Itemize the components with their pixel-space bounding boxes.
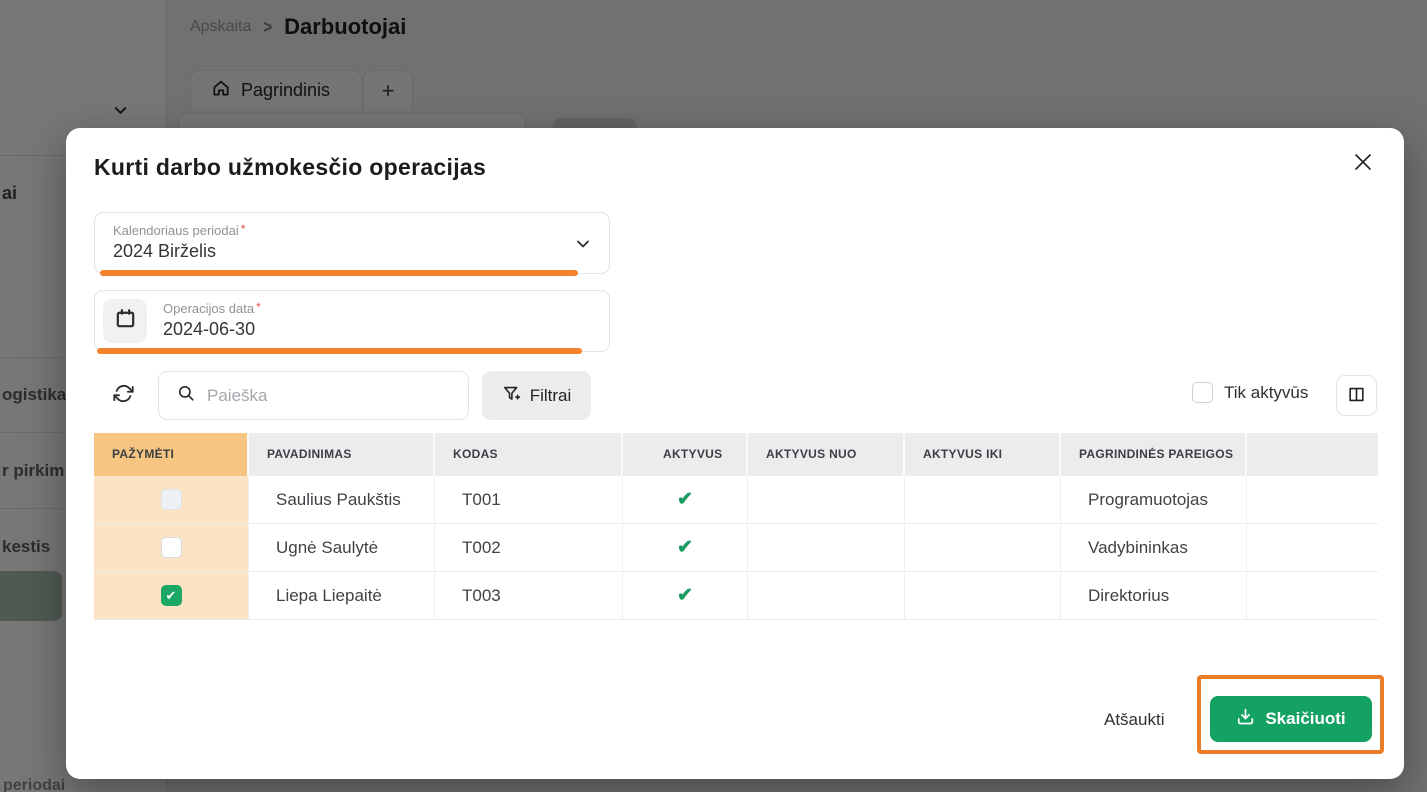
cancel-button[interactable]: Atšaukti: [1096, 704, 1172, 736]
calendar-icon-button[interactable]: [103, 299, 147, 343]
period-label: Kalendoriaus periodai*: [113, 222, 245, 238]
period-select[interactable]: Kalendoriaus periodai* 2024 Birželis: [94, 212, 610, 274]
cell-empty: [1247, 572, 1378, 619]
period-value: 2024 Birželis: [113, 241, 216, 262]
cell-position: Vadybininkas: [1061, 524, 1247, 571]
cell-code: T003: [435, 572, 623, 619]
cell-name: Saulius Paukštis: [249, 476, 435, 523]
field-accent-bar: [100, 270, 578, 276]
cell-code: T002: [435, 524, 623, 571]
search-box: [158, 371, 469, 420]
calculate-label: Skaičiuoti: [1265, 709, 1345, 729]
row-checkbox[interactable]: [161, 489, 182, 510]
cell-position: Programuotojas: [1061, 476, 1247, 523]
row-select-cell: ✔: [94, 572, 249, 619]
cell-active-to: [905, 476, 1061, 523]
row-checkbox[interactable]: ✔: [161, 585, 182, 606]
chevron-down-icon: [573, 234, 593, 259]
table-row[interactable]: ✔ Liepa Liepaitė T003 ✔ Direktorius: [94, 572, 1378, 620]
date-label: Operacijos data*: [163, 300, 261, 316]
check-icon: ✔: [677, 584, 693, 607]
table-row[interactable]: Saulius Paukštis T001 ✔ Programuotojas: [94, 476, 1378, 524]
header-pavadinimas: PAVADINIMAS: [249, 433, 435, 476]
header-empty: [1247, 433, 1378, 476]
check-icon: ✔: [677, 536, 693, 559]
field-accent-bar: [97, 348, 582, 354]
active-only-label: Tik aktyvūs: [1224, 383, 1308, 403]
employee-table-body: Saulius Paukštis T001 ✔ Programuotojas U…: [94, 476, 1378, 620]
download-icon: [1236, 707, 1255, 731]
row-select-cell: [94, 524, 249, 571]
close-icon: [1352, 151, 1374, 176]
active-only-toggle[interactable]: Tik aktyvūs: [1192, 382, 1308, 403]
filter-label: Filtrai: [530, 386, 572, 406]
required-asterisk: *: [241, 222, 246, 236]
dialog-title: Kurti darbo užmokesčio operacijas: [94, 154, 486, 181]
cell-empty: [1247, 524, 1378, 571]
columns-icon: [1347, 385, 1366, 407]
cell-position: Direktorius: [1061, 572, 1247, 619]
header-aktyvus-nuo: AKTYVUS NUO: [748, 433, 905, 476]
active-only-checkbox[interactable]: [1192, 382, 1213, 403]
header-pazymeti: PAŽYMĖTI: [94, 433, 249, 476]
cell-active-from: [748, 572, 905, 619]
cell-active-from: [748, 476, 905, 523]
calculate-button[interactable]: Skaičiuoti: [1210, 696, 1372, 742]
required-asterisk: *: [256, 300, 261, 314]
cell-active-to: [905, 572, 1061, 619]
column-settings-button[interactable]: [1336, 375, 1377, 416]
header-aktyvus: AKTYVUS: [623, 433, 748, 476]
cell-active-to: [905, 524, 1061, 571]
cell-active-from: [748, 524, 905, 571]
row-checkbox[interactable]: [161, 537, 182, 558]
filter-icon: [502, 384, 521, 408]
table-header-row: PAŽYMĖTI PAVADINIMAS KODAS AKTYVUS AKTYV…: [94, 433, 1378, 476]
table-row[interactable]: Ugnė Saulytė T002 ✔ Vadybininkas: [94, 524, 1378, 572]
check-icon: ✔: [677, 488, 693, 511]
cell-empty: [1247, 476, 1378, 523]
search-icon: [177, 384, 195, 407]
header-pagrindines-pareigos: PAGRINDINĖS PAREIGOS: [1061, 433, 1247, 476]
employee-table: PAŽYMĖTI PAVADINIMAS KODAS AKTYVUS AKTYV…: [94, 433, 1378, 620]
header-kodas: KODAS: [435, 433, 623, 476]
cell-code: T001: [435, 476, 623, 523]
cell-active: ✔: [623, 572, 748, 619]
cell-active: ✔: [623, 476, 748, 523]
cell-name: Ugnė Saulytė: [249, 524, 435, 571]
filter-button[interactable]: Filtrai: [482, 371, 591, 420]
date-field[interactable]: Operacijos data* 2024-06-30: [94, 290, 610, 352]
refresh-button[interactable]: [111, 383, 135, 407]
calendar-icon: [114, 307, 137, 335]
cell-active: ✔: [623, 524, 748, 571]
create-payroll-dialog: Kurti darbo užmokesčio operacijas Kalend…: [66, 128, 1404, 779]
close-button[interactable]: [1348, 148, 1378, 178]
cell-name: Liepa Liepaitė: [249, 572, 435, 619]
date-value: 2024-06-30: [163, 319, 255, 340]
screen: ai ogistika r pirkim kestis periodai Aps…: [0, 0, 1427, 792]
refresh-icon: [113, 392, 134, 407]
header-aktyvus-iki: AKTYVUS IKI: [905, 433, 1061, 476]
row-select-cell: [94, 476, 249, 523]
search-input[interactable]: [207, 386, 468, 406]
